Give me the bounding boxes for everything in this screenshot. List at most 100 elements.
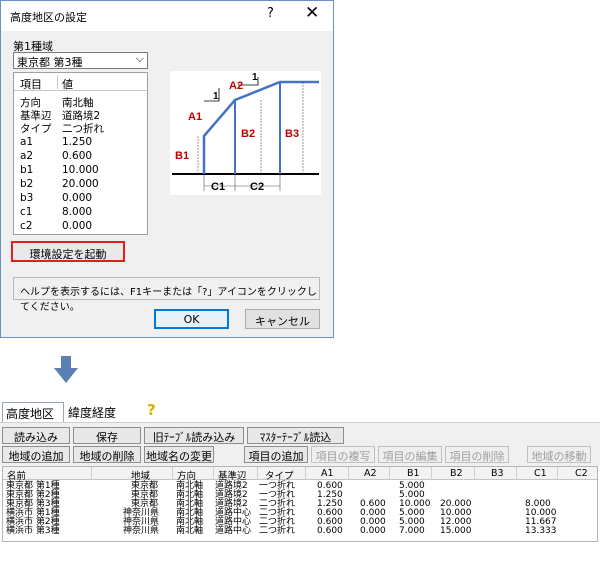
property-key: a2 [20,150,34,162]
column-header[interactable]: B3 [491,468,504,479]
column-header[interactable]: C1 [534,468,547,479]
column-header[interactable]: B1 [407,468,420,479]
add-item-button[interactable]: 項目の追加 [244,446,308,463]
list-item[interactable]: 基準辺 道路境2 [14,108,147,122]
property-key: c1 [20,206,33,218]
launch-environment-settings-button[interactable]: 環境設定を起動 [11,241,125,262]
property-value: 10.000 [62,164,99,176]
rename-region-button[interactable]: 地域名の変更 [144,446,214,463]
list-item[interactable]: a1 1.250 [14,136,147,149]
column-header[interactable]: 地域 [131,468,150,482]
load-old-table-label: 旧ﾃｰﾌﾞﾙ読み込み [152,431,236,444]
list-item[interactable]: b2 20.000 [14,178,147,191]
diagram-label-c2: C2 [250,181,264,193]
column-divider [474,467,475,480]
column-header[interactable]: A1 [321,468,334,479]
property-key: タイプ [20,123,52,135]
list-item[interactable]: a2 0.600 [14,150,147,163]
copy-item-button[interactable]: 項目の複写 [311,446,375,463]
property-list[interactable]: 項目 値 方向 南北軸 基準辺 道路境2 タイプ 二つ折れ a1 1.250 a… [13,72,148,235]
column-divider [57,75,58,89]
list-item[interactable]: c2 0.000 [14,220,147,233]
property-value: 0.000 [62,220,93,232]
load-old-table-button[interactable]: 旧ﾃｰﾌﾞﾙ読み込み [144,427,244,444]
region-select[interactable]: 東京都 第3種 ⌵ [13,52,148,69]
delete-item-button[interactable]: 項目の削除 [445,446,509,463]
column-divider [172,467,173,480]
table-row[interactable]: 横浜市 第3種 神奈川県 南北軸 道路中心 二つ折れ 0.600 0.000 7… [3,527,597,536]
tab-label: 高度地区 [6,407,55,421]
cancel-button[interactable]: キャンセル [245,309,320,329]
add-region-label: 地域の追加 [8,450,64,463]
diagram-label-b2: B2 [241,128,255,140]
column-header[interactable]: C2 [575,468,588,479]
column-divider [516,467,517,480]
ok-button-label: OK [183,313,200,326]
save-button[interactable]: 保存 [73,427,141,444]
property-value: 0.000 [62,192,93,204]
move-region-button[interactable]: 地域の移動 [527,446,591,463]
table-row[interactable]: 横浜市 第2種 神奈川県 南北軸 道路中心 二つ折れ 0.600 0.000 5… [3,518,597,527]
table-row[interactable]: 東京都 第2種 東京都 南北軸 道路境2 一つ折れ 1.250 5.000 [3,491,597,500]
chevron-down-icon: ⌵ [135,52,144,65]
add-region-button[interactable]: 地域の追加 [2,446,70,463]
launch-environment-settings-label: 環境設定を起動 [29,248,107,261]
tab-lat-long[interactable]: 緯度経度 [66,402,128,422]
list-item[interactable]: b1 10.000 [14,164,147,177]
table-header: 名前 地域 方向 基準辺 タイプ A1 A2 B1 B2 B3 C1 C2 [3,467,597,482]
delete-region-button[interactable]: 地域の削除 [73,446,141,463]
list-item[interactable]: c1 8.000 [14,206,147,219]
property-key: a1 [20,136,34,148]
height-district-dialog: 高度地区の設定 ? ✕ 第1種域 東京都 第3種 ⌵ 項目 値 方向 南北軸 基… [0,0,334,338]
region-table[interactable]: 名前 地域 方向 基準辺 タイプ A1 A2 B1 B2 B3 C1 C2 東京… [2,466,598,542]
diagram-label-c1: C1 [211,181,225,193]
diagram-label-b3: B3 [285,128,299,140]
column-header[interactable]: タイプ [265,468,294,482]
rename-region-label: 地域名の変更 [146,450,212,463]
add-item-label: 項目の追加 [248,450,304,463]
column-header-item[interactable]: 項目 [20,76,42,92]
property-key: b2 [20,178,34,190]
column-divider [431,467,432,480]
ok-button[interactable]: OK [154,309,229,329]
table-cell: 南北軸 [176,526,204,536]
column-divider [389,467,390,480]
diagram-label-a1: A1 [188,111,202,123]
list-item[interactable]: 方向 南北軸 [14,95,147,109]
list-item[interactable]: タイプ 二つ折れ [14,121,147,135]
column-header[interactable]: 名前 [7,468,26,482]
list-item[interactable]: b3 0.000 [14,192,147,205]
property-value: 8.000 [62,206,93,218]
table-row[interactable]: 東京都 第3種 東京都 南北軸 道路境2 二つ折れ 1.250 0.600 10… [3,500,597,509]
column-divider [305,467,306,480]
column-divider [557,467,558,480]
close-icon[interactable]: ✕ [305,3,319,23]
property-key: c2 [20,220,33,232]
column-header[interactable]: 基準辺 [218,468,247,482]
table-row[interactable]: 東京都 第1種 東京都 南北軸 道路境2 一つ折れ 0.600 5.000 [3,482,597,491]
height-district-diagram: A1 A2 B1 B2 B3 C1 C2 1 1 [170,71,321,195]
copy-item-label: 項目の複写 [315,450,371,463]
diagram-label-slope-2: 1 [252,72,258,83]
property-key: b3 [20,192,34,204]
edit-item-button[interactable]: 項目の編集 [378,446,442,463]
column-header[interactable]: A2 [364,468,377,479]
load-button[interactable]: 読み込み [2,427,70,444]
column-divider [213,467,214,480]
column-header[interactable]: B2 [450,468,463,479]
load-master-table-button[interactable]: ﾏｽﾀｰﾃｰﾌﾞﾙ読込 [247,427,344,444]
load-master-table-label: ﾏｽﾀｰﾃｰﾌﾞﾙ読込 [259,431,332,444]
move-region-label: 地域の移動 [531,450,587,463]
arrow-down-icon [54,356,78,383]
table-cell: 0.600 [317,526,343,536]
help-icon[interactable]: ? [267,6,274,21]
help-tab-icon[interactable]: ? [147,401,161,422]
column-header-value[interactable]: 値 [62,76,73,92]
tab-height-district[interactable]: 高度地区 [2,402,64,422]
delete-item-label: 項目の削除 [449,450,505,463]
help-hint-box: ヘルプを表示するには、F1キーまたは「?」アイコンをクリックしてください。 [13,277,320,313]
table-cell: 横浜市 第3種 [6,526,60,536]
column-divider [348,467,349,480]
table-row[interactable]: 横浜市 第1種 神奈川県 南北軸 道路中心 二つ折れ 0.600 0.000 5… [3,509,597,518]
column-header[interactable]: 方向 [177,468,196,482]
